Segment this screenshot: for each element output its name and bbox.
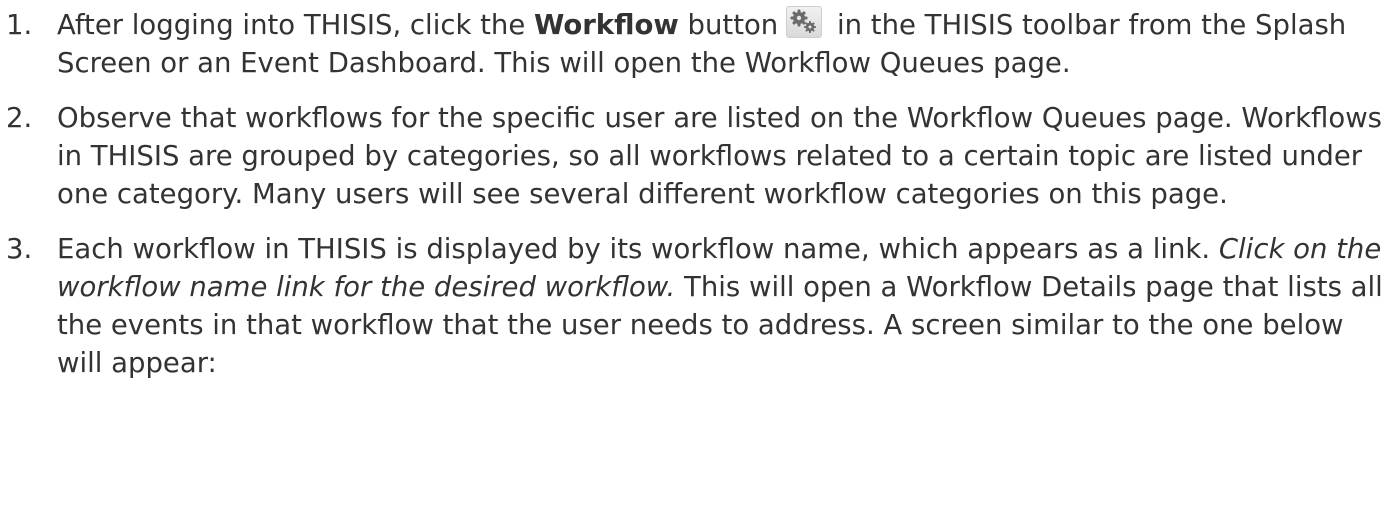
step-3: 3. Each workflow in THISIS is displayed … xyxy=(0,230,1384,382)
step-text-part: Each workflow in THISIS is displayed by … xyxy=(57,233,1219,265)
step-text-part: button xyxy=(678,9,779,41)
step-2: 2. Observe that workflows for the specif… xyxy=(0,99,1384,213)
step-text: After logging into THISIS, click the Wor… xyxy=(57,6,1384,82)
workflow-button-name: Workflow xyxy=(534,9,679,41)
step-number: 1. xyxy=(6,9,33,41)
step-text: Each workflow in THISIS is displayed by … xyxy=(57,230,1384,382)
step-1: 1. After logging into THISIS, click the … xyxy=(0,6,1384,82)
instruction-list: 1. After logging into THISIS, click the … xyxy=(0,6,1384,399)
step-number: 2. xyxy=(6,102,33,134)
step-number: 3. xyxy=(6,233,33,265)
gears-icon xyxy=(786,6,823,38)
step-text-part: After logging into THISIS, click the xyxy=(57,9,534,41)
step-text: Observe that workflows for the specific … xyxy=(57,102,1383,210)
